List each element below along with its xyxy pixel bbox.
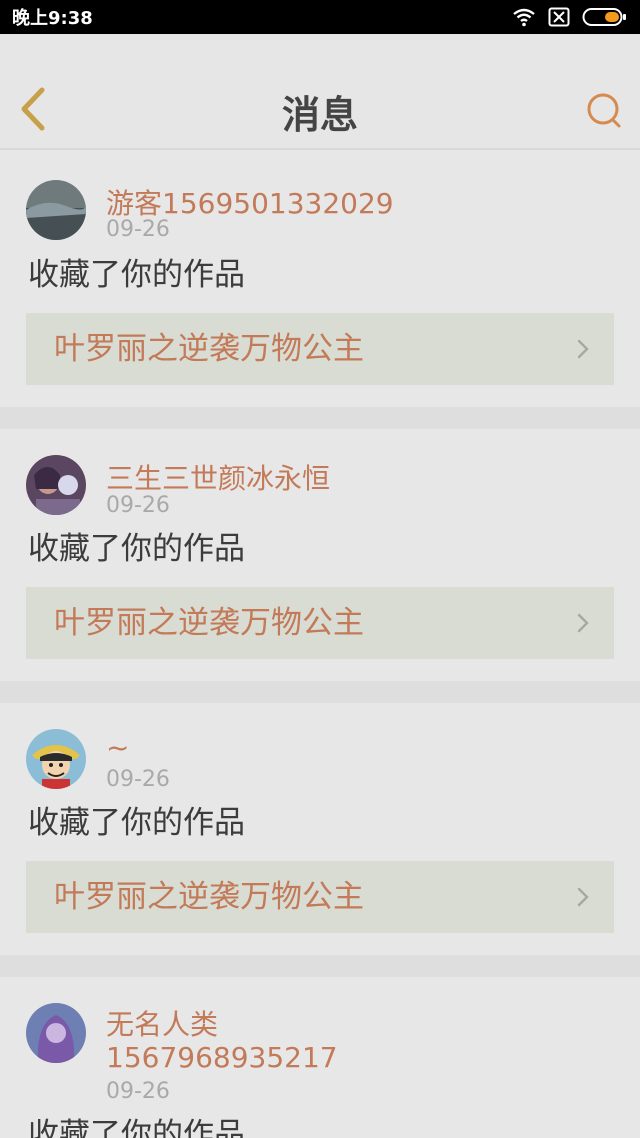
work-link[interactable]: 叶罗丽之逆袭万物公主: [26, 587, 614, 659]
message-item[interactable]: 三生三世颜冰永恒 09-26 收藏了你的作品 叶罗丽之逆袭万物公主: [0, 429, 640, 681]
work-link[interactable]: 叶罗丽之逆袭万物公主: [26, 861, 614, 933]
app-bar: 消息: [0, 34, 640, 149]
user-name[interactable]: ~: [106, 731, 129, 764]
message-item[interactable]: 无名人类 1567968935217 09-26 收藏了你的作品: [0, 977, 640, 1138]
message-header: 无名人类 1567968935217 09-26: [0, 977, 640, 1105]
message-date: 09-26: [106, 1079, 170, 1104]
chevron-right-icon: [577, 339, 589, 359]
action-text: 收藏了你的作品: [28, 1117, 245, 1138]
action-text: 收藏了你的作品: [28, 531, 245, 567]
user-name-line2[interactable]: 1567968935217: [106, 1041, 338, 1074]
page-title: 消息: [281, 93, 358, 137]
separator: [0, 681, 640, 703]
wifi-icon: [513, 8, 535, 27]
message-header: 游客1569501332029 09-26: [0, 150, 640, 245]
status-time: 晚上9:38: [12, 8, 93, 29]
separator: [0, 955, 640, 977]
separator: [0, 407, 640, 429]
battery-icon: [582, 8, 626, 26]
message-header: 三生三世颜冰永恒 09-26: [0, 429, 640, 519]
avatar[interactable]: [26, 729, 86, 789]
user-name[interactable]: 游客1569501332029: [106, 182, 394, 222]
chevron-right-icon: [577, 613, 589, 633]
avatar[interactable]: [26, 1003, 86, 1063]
chevron-right-icon: [577, 887, 589, 907]
message-header: ~ 09-26: [0, 703, 640, 793]
work-link[interactable]: 叶罗丽之逆袭万物公主: [26, 313, 614, 385]
user-name[interactable]: 三生三世颜冰永恒: [106, 457, 330, 497]
status-icons: [512, 7, 628, 27]
sim-blocked-icon: [548, 7, 570, 27]
message-date: 09-26: [106, 493, 170, 518]
status-bar: 晚上9:38: [0, 0, 640, 34]
avatar[interactable]: [26, 180, 86, 240]
message-list: 游客1569501332029 09-26 收藏了你的作品 叶罗丽之逆袭万物公主: [0, 150, 640, 1138]
search-icon[interactable]: [584, 90, 624, 130]
action-text: 收藏了你的作品: [28, 257, 245, 293]
message-item[interactable]: ~ 09-26 收藏了你的作品 叶罗丽之逆袭万物公主: [0, 703, 640, 955]
message-item[interactable]: 游客1569501332029 09-26 收藏了你的作品 叶罗丽之逆袭万物公主: [0, 150, 640, 407]
work-title: 叶罗丽之逆袭万物公主: [54, 879, 364, 915]
work-title: 叶罗丽之逆袭万物公主: [54, 605, 364, 641]
user-name[interactable]: 无名人类: [106, 1003, 218, 1043]
avatar[interactable]: [26, 455, 86, 515]
message-date: 09-26: [106, 767, 170, 792]
message-date: 09-26: [106, 217, 170, 242]
work-title: 叶罗丽之逆袭万物公主: [54, 331, 364, 367]
action-text: 收藏了你的作品: [28, 805, 245, 841]
